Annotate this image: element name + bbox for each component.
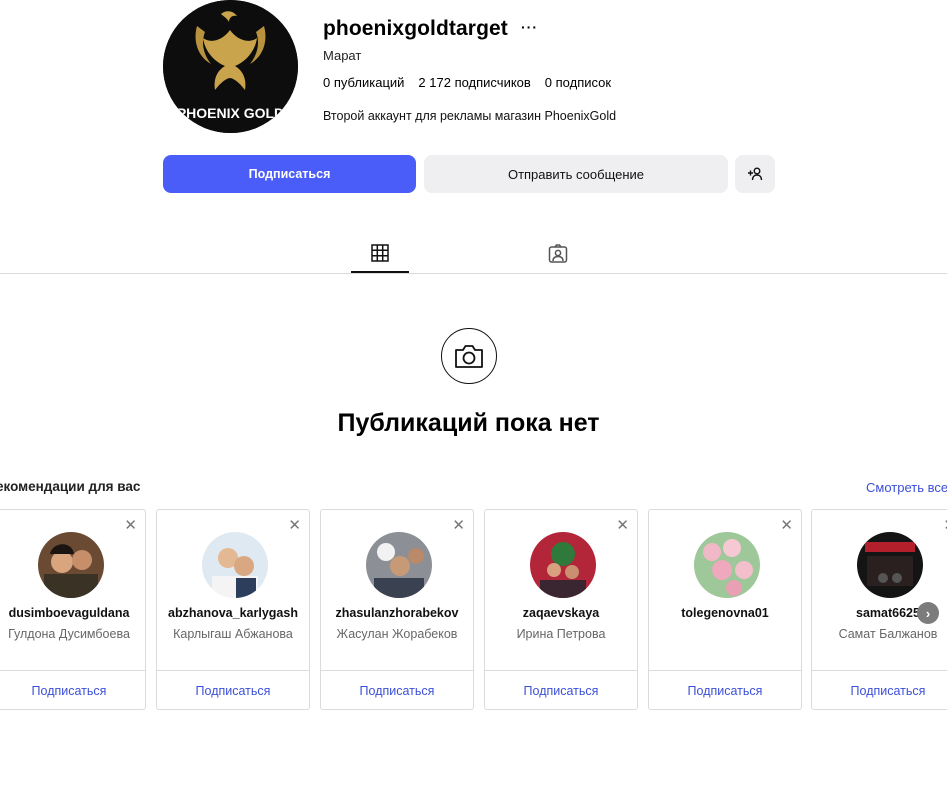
card-divider (0, 670, 145, 671)
empty-posts-title: Публикаций пока нет (337, 409, 600, 437)
tagged-person-icon (548, 244, 568, 263)
logo-text: PHOENIX GOLD (177, 105, 284, 121)
avatar[interactable] (366, 532, 432, 598)
tab-posts[interactable] (351, 238, 409, 273)
send-message-button[interactable]: Отправить сообщение (424, 155, 728, 193)
card-divider (485, 670, 637, 671)
avatar[interactable] (694, 532, 760, 598)
dismiss-icon[interactable]: ✕ (124, 516, 137, 534)
suggestion-card: ✕ dusimboevaguldana Гулдона Дусимбоева П… (0, 509, 146, 710)
avatar[interactable] (38, 532, 104, 598)
profile-avatar[interactable]: PHOENIX GOLD (163, 0, 298, 133)
suggestion-follow-button[interactable]: Подписаться (0, 684, 145, 698)
suggestion-name: Карлыгаш Абжанова (173, 627, 293, 641)
recommendations-heading: екомендации для вас (0, 479, 141, 494)
card-divider (812, 670, 947, 671)
profile-username: phoenixgoldtarget (323, 17, 508, 40)
dismiss-icon[interactable]: ✕ (616, 516, 629, 534)
suggestion-username[interactable]: zhasulanzhorabekov (321, 606, 473, 620)
posts-count: 0 публикаций (323, 75, 405, 90)
camera-icon-circle (441, 328, 497, 384)
see-all-link[interactable]: Смотреть все (866, 480, 947, 495)
suggestion-name: Ирина Петрова (516, 627, 606, 641)
card-divider (649, 670, 801, 671)
card-divider (157, 670, 309, 671)
suggestion-follow-button[interactable]: Подписаться (321, 684, 473, 698)
suggestion-card: ✕ tolegenovna01 Подписаться (648, 509, 802, 710)
avatar[interactable] (530, 532, 596, 598)
tab-tagged[interactable] (529, 238, 587, 272)
suggestion-follow-button[interactable]: Подписаться (649, 684, 801, 698)
suggestion-follow-button[interactable]: Подписаться (157, 684, 309, 698)
phoenix-gold-logo: PHOENIX GOLD (163, 0, 298, 133)
suggestion-card: ✕ abzhanova_karlygash Карлыгаш Абжанова … (156, 509, 310, 710)
dismiss-icon[interactable]: ✕ (780, 516, 793, 534)
suggestion-card: ✕ zaqaevskaya Ирина Петрова Подписаться (484, 509, 638, 710)
suggestion-follow-button[interactable]: Подписаться (812, 684, 947, 698)
avatar[interactable] (202, 532, 268, 598)
follow-button[interactable]: Подписаться (163, 155, 416, 193)
profile-full-name: Марат (323, 48, 362, 63)
more-options-button[interactable]: ··· (521, 19, 538, 35)
card-divider (321, 670, 473, 671)
avatar[interactable] (857, 532, 923, 598)
suggestion-follow-button[interactable]: Подписаться (485, 684, 637, 698)
followers-count[interactable]: 2 172 подписчиков (418, 75, 530, 90)
dismiss-icon[interactable]: ✕ (452, 516, 465, 534)
next-arrow-icon[interactable]: › (917, 602, 939, 624)
suggest-users-button[interactable] (735, 155, 775, 193)
suggestion-card: ✕ zhasulanzhorabekov Жасулан Жорабеков П… (320, 509, 474, 710)
suggestion-username[interactable]: tolegenovna01 (649, 606, 801, 620)
following-count[interactable]: 0 подписок (545, 75, 611, 90)
suggestion-name: Самат Балжанов (838, 627, 938, 641)
camera-icon (455, 345, 483, 368)
tabs-divider (0, 273, 947, 274)
grid-icon (371, 244, 389, 262)
dismiss-icon[interactable]: ✕ (943, 516, 947, 534)
profile-stats: 0 публикаций 2 172 подписчиков 0 подписо… (323, 75, 625, 90)
suggestion-username[interactable]: zaqaevskaya (485, 606, 637, 620)
suggestion-name: Жасулан Жорабеков (336, 627, 458, 641)
suggestion-username[interactable]: dusimboevaguldana (0, 606, 145, 620)
profile-bio: Второй аккаунт для рекламы магазин Phoen… (323, 109, 617, 123)
dismiss-icon[interactable]: ✕ (288, 516, 301, 534)
suggestion-username[interactable]: abzhanova_karlygash (157, 606, 309, 620)
add-user-icon (748, 167, 763, 181)
suggestion-name: Гулдона Дусимбоева (8, 627, 130, 641)
